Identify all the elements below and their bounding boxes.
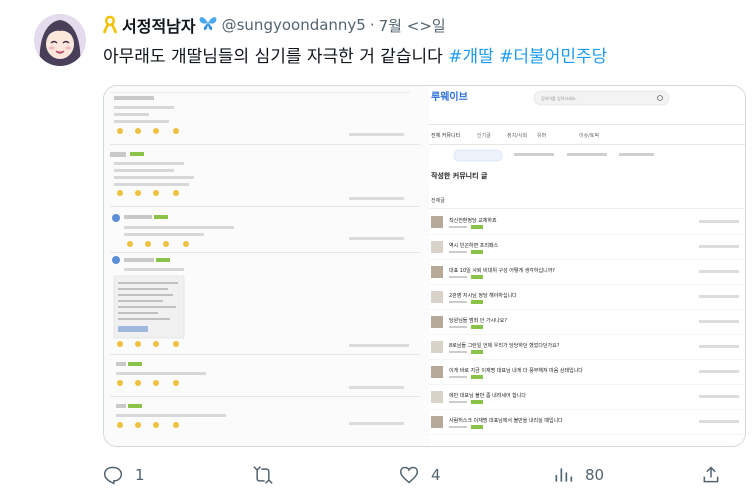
post-title: 이게 바로 지금 이재명 대표님 내게 더 풍부해져 마음 상태입니다: [449, 367, 583, 374]
tweet-body: 아무래도 개딸님들의 심기를 자극한 거 같습니다: [103, 47, 449, 67]
post-meta: [449, 226, 467, 228]
post-badge: [471, 400, 483, 404]
reply-icon: [103, 466, 123, 485]
like-count: 4: [431, 466, 441, 484]
post-stats: [699, 370, 739, 373]
user-handle[interactable]: @sungyoondanny5: [222, 16, 366, 34]
post-title: 사람허스크 이재명 대표님께서 불만을 내리실 때입니다: [449, 417, 563, 424]
post-meta: [449, 376, 467, 378]
post-divider: [429, 434, 745, 435]
post-badge: [471, 225, 483, 229]
post-divider: [429, 284, 745, 285]
blue-butterfly-icon: [198, 15, 218, 35]
like-button[interactable]: 4: [399, 458, 441, 492]
retweet-icon: [253, 466, 273, 484]
views-button[interactable]: 80: [553, 458, 604, 492]
hashtag-gaettal[interactable]: #개딸: [448, 47, 494, 67]
post-divider: [429, 259, 745, 260]
post-badge: [471, 250, 483, 254]
section-title: 작성한 커뮤니티 글: [431, 171, 488, 180]
avatar[interactable]: [34, 14, 86, 66]
hashtag-minjoo[interactable]: #더불어민주당: [499, 47, 607, 67]
site-nav-tab-issue: 이슈/토픽: [579, 132, 599, 139]
tweet-time[interactable]: 7월 <>일: [379, 15, 446, 36]
tweet-media-image[interactable]: 루웨이브 검색어를 입력하세요. 전체 커뮤니티 인기글 정치/사회 유머 이슈…: [103, 85, 746, 447]
post-stats: [699, 220, 739, 223]
post-meta: [449, 276, 467, 278]
screenshot-community-pane: 루웨이브 검색어를 입력하세요. 전체 커뮤니티 인기글 정치/사회 유머 이슈…: [429, 86, 745, 446]
post-title: 역시 빈곤하면 프리패스: [449, 242, 499, 249]
screenshot-comment-pane: [104, 86, 429, 446]
tweet-text: 아무래도 개딸님들의 심기를 자극한 거 같습니다 #개딸 #더불어민주당: [103, 42, 607, 67]
post-meta: [449, 326, 467, 328]
post-title: 대표 10일 사퇴 비대위 구성 어떻게 생각하십니까?: [449, 267, 555, 274]
views-count: 80: [585, 466, 605, 484]
display-name[interactable]: 서정적남자: [122, 13, 196, 37]
post-badge: [471, 275, 483, 279]
reply-count: 1: [135, 466, 145, 484]
site-nav-tab-humor: 유머: [537, 132, 546, 139]
post-meta: [449, 301, 467, 303]
post-thumbnail: [431, 241, 443, 253]
reply-button[interactable]: 1: [103, 458, 145, 492]
post-thumbnail: [431, 291, 443, 303]
post-divider: [429, 384, 745, 385]
post-stats: [699, 245, 739, 248]
post-thumbnail: [431, 341, 443, 353]
separator-dot: ·: [369, 16, 375, 34]
post-meta: [449, 351, 467, 353]
post-divider: [429, 359, 745, 360]
post-thumbnail: [431, 266, 443, 278]
post-divider: [429, 234, 745, 235]
heart-icon: [399, 466, 419, 484]
retweet-button[interactable]: [253, 458, 285, 492]
post-divider: [429, 334, 745, 335]
share-icon: [703, 466, 719, 483]
post-stats: [699, 270, 739, 273]
anime-avatar-image: [34, 14, 86, 66]
post-thumbnail: [431, 416, 443, 428]
site-logo: 루웨이브: [431, 90, 468, 103]
post-stats: [699, 345, 739, 348]
views-icon: [555, 468, 573, 482]
site-nav-tab-politics: 정치/사회: [507, 132, 527, 139]
site-nav-tab-all: 전체 커뮤니티: [431, 132, 460, 139]
post-thumbnail: [431, 391, 443, 403]
post-badge: [471, 350, 483, 354]
post-title: 8로님들 그런일 언제 우리가 당당하던 했었다던가요?: [449, 342, 560, 349]
post-stats: [699, 395, 739, 398]
post-title: 에민 대표님 불만 좀 내려세어 합니다: [449, 392, 526, 399]
post-thumbnail: [431, 366, 443, 378]
yellow-ribbon-icon: [102, 15, 118, 35]
tweet-actions: 1 4 80: [103, 458, 743, 492]
post-thumbnail: [431, 216, 443, 228]
post-title: 당원님들 범죄 안 가시나요?: [449, 317, 507, 324]
post-stats: [699, 420, 739, 423]
tweet-header: 서정적남자 @sungyoondanny5 · 7월 <>일: [102, 13, 743, 37]
post-badge: [471, 375, 483, 379]
list-label: 전체글: [431, 197, 445, 204]
post-badge: [471, 325, 483, 329]
post-badge: [471, 300, 483, 304]
site-search-placeholder: 검색어를 입력하세요.: [541, 95, 577, 101]
post-stats: [699, 295, 739, 298]
post-meta: [449, 426, 467, 428]
post-thumbnail: [431, 316, 443, 328]
post-meta: [449, 251, 467, 253]
post-title: 2관영 지시님 정당 해야하십니다: [449, 292, 517, 299]
post-stats: [699, 320, 739, 323]
post-divider: [429, 309, 745, 310]
post-badge: [471, 425, 483, 429]
share-button[interactable]: [701, 458, 733, 492]
post-title: 착신전환정당 교체하죠: [449, 217, 497, 224]
site-nav-tab-popular: 인기글: [477, 132, 491, 139]
post-meta: [449, 401, 467, 403]
post-divider: [429, 409, 745, 410]
